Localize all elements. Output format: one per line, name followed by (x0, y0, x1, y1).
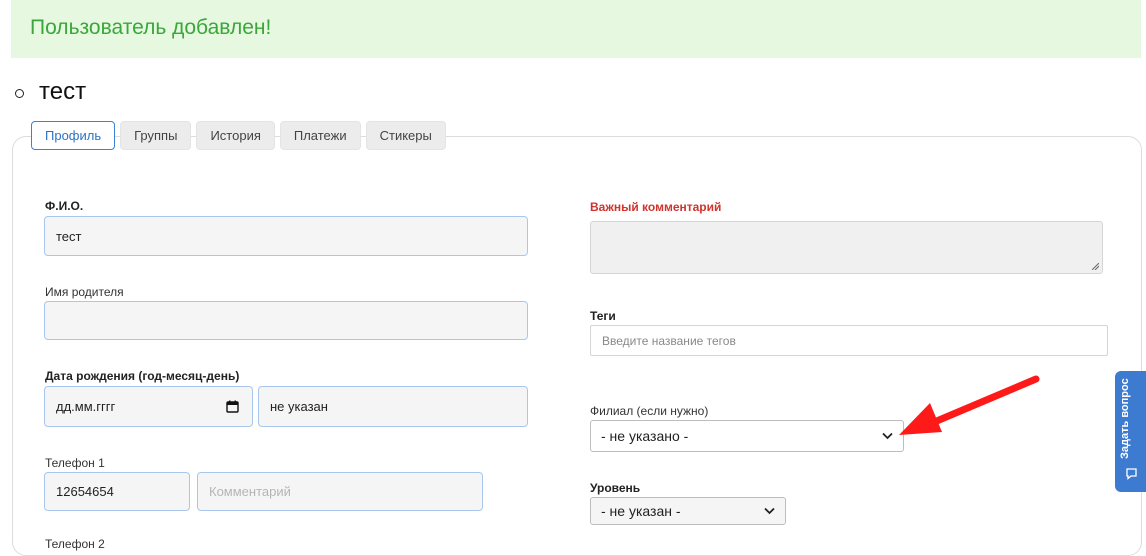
level-selected: - не указан - (601, 503, 681, 519)
birth-date-input[interactable]: дд.мм.гггг (44, 386, 253, 427)
success-alert: Пользователь добавлен! (11, 0, 1141, 58)
birth-date-value: дд.мм.гггг (56, 399, 116, 414)
parent-name-input[interactable] (44, 301, 528, 340)
page-title: тест (39, 78, 87, 105)
important-comment-textarea[interactable] (590, 221, 1103, 274)
age-field[interactable]: не указан (258, 386, 528, 427)
ask-question-widget[interactable]: Задать вопрос (1115, 371, 1146, 492)
fio-input[interactable]: тест (44, 216, 528, 256)
tab-bar: Профиль Группы История Платежи Стикеры (31, 121, 446, 150)
phone1-comment-placeholder: Комментарий (209, 484, 291, 499)
tags-input[interactable]: Введите название тегов (590, 325, 1108, 356)
tab-profile[interactable]: Профиль (31, 121, 116, 150)
tags-label: Теги (590, 309, 616, 323)
chevron-down-icon (882, 432, 893, 440)
tags-placeholder: Введите название тегов (602, 333, 736, 348)
level-label: Уровень (590, 481, 641, 495)
ask-question-label: Задать вопрос (1119, 378, 1131, 459)
chevron-down-icon (764, 507, 775, 515)
level-select[interactable]: - не указан - (590, 497, 786, 525)
birth-date-label: Дата рождения (год-месяц-день) (45, 369, 240, 383)
phone1-label: Телефон 1 (45, 456, 105, 470)
calendar-icon[interactable] (226, 400, 239, 413)
parent-name-label: Имя родителя (45, 285, 124, 299)
tab-history[interactable]: История (196, 121, 275, 150)
branch-selected: - не указано - (601, 428, 689, 444)
resize-grip-icon[interactable] (1092, 263, 1099, 270)
fio-label: Ф.И.О. (45, 199, 84, 213)
alert-message: Пользователь добавлен! (30, 16, 272, 39)
page-title-row: тест (15, 77, 86, 107)
tab-groups[interactable]: Группы (120, 121, 192, 150)
tab-stickers[interactable]: Стикеры (365, 121, 446, 150)
phone1-input[interactable]: 12654654 (44, 472, 190, 511)
branch-label: Филиал (если нужно) (590, 404, 709, 418)
phone2-label: Телефон 2 (45, 537, 105, 551)
fio-value: тест (56, 228, 82, 244)
tab-payments[interactable]: Платежи (279, 121, 361, 150)
circle-bullet-icon (15, 89, 24, 98)
chat-bubble-icon (1126, 468, 1137, 480)
branch-select[interactable]: - не указано - (590, 420, 904, 452)
phone1-value: 12654654 (56, 484, 114, 499)
phone1-comment-input[interactable]: Комментарий (197, 472, 483, 511)
important-comment-label: Важный комментарий (590, 200, 722, 214)
age-value: не указан (270, 399, 328, 414)
